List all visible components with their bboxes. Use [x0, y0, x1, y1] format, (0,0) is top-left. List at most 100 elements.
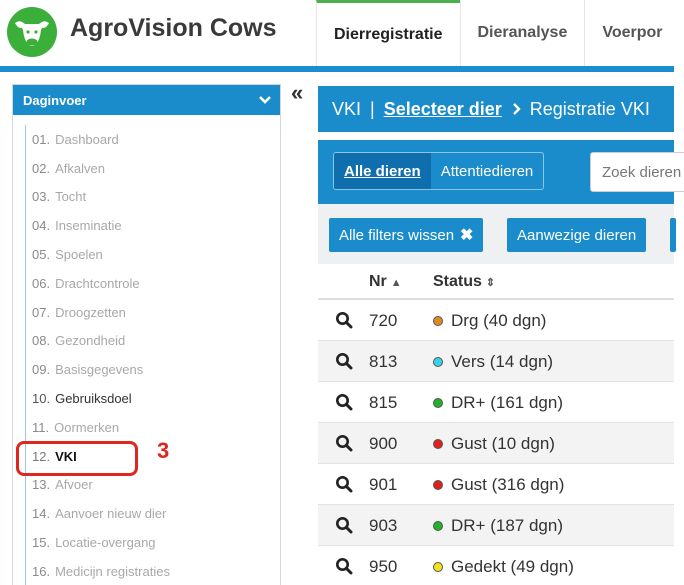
sort-both-icon: ⇕	[485, 277, 496, 289]
search-icon[interactable]	[335, 311, 353, 329]
app-title: AgroVision Cows	[70, 14, 277, 42]
search-animals-input[interactable]	[590, 152, 684, 192]
sidebar-item-number: 16.	[32, 563, 51, 579]
column-header-nr-label: Nr	[369, 273, 387, 290]
breadcrumb-current: Registratie VKI	[529, 98, 650, 119]
annotation-highlight-box	[16, 441, 138, 476]
sidebar-item-tocht[interactable]: 03. Tocht	[26, 183, 280, 212]
status-dot-icon	[433, 357, 443, 367]
sidebar-item-label: Inseminatie	[55, 218, 122, 234]
search-icon[interactable]	[335, 516, 353, 534]
animal-number: 815	[369, 393, 398, 412]
tab-voerportaal[interactable]: Voerpor	[584, 0, 679, 66]
table-row[interactable]: 813 Vers (14 dgn)	[318, 341, 674, 382]
table-row[interactable]: 903 DR+ (187 dgn)	[318, 505, 674, 546]
search-icon[interactable]	[335, 475, 353, 493]
animal-number: 903	[369, 516, 398, 535]
table-row[interactable]: 815 DR+ (161 dgn)	[318, 382, 674, 423]
sidebar-item-aanvoer-nieuw-dier[interactable]: 14. Aanvoer nieuw dier	[26, 499, 280, 528]
table-row[interactable]: 900 Gust (10 dgn)	[318, 423, 674, 464]
clear-filters-label: Alle filters wissen	[339, 226, 455, 244]
sidebar-item-number: 06.	[32, 275, 51, 291]
breadcrumb: VKI | Selecteer dier Registratie VKI	[318, 86, 674, 132]
column-header-status[interactable]: Status ⇕	[433, 273, 495, 291]
animal-status: Drg (40 dgn)	[451, 311, 547, 330]
sidebar-item-locatie-overgang[interactable]: 15. Locatie-overgang	[26, 528, 280, 557]
animal-number: 720	[369, 311, 398, 330]
sidebar-item-number: 15.	[32, 535, 51, 551]
chevron-down-icon	[259, 96, 271, 104]
animal-number: 813	[369, 352, 398, 371]
sidebar-item-number: 08.	[32, 333, 51, 349]
search-icon[interactable]	[335, 352, 353, 370]
sidebar-item-number: 05.	[32, 247, 51, 263]
filter-chip-overflow[interactable]	[670, 218, 676, 252]
sidebar-item-number: 04.	[32, 218, 51, 234]
sidebar-item-number: 02.	[32, 160, 51, 176]
chevron-right-icon	[512, 103, 521, 115]
annotation-step-number: 3	[157, 438, 170, 463]
tab-dierregistratie[interactable]: Dierregistratie	[316, 0, 460, 66]
all-animals-button[interactable]: Alle dieren	[334, 153, 431, 189]
search-icon[interactable]	[335, 393, 353, 411]
search-icon[interactable]	[335, 557, 353, 575]
tab-dieranalyse[interactable]: Dieranalyse	[459, 0, 585, 66]
table-body: 720 Drg (40 dgn) 813 Vers (14 dgn) 815 DR+ (1…	[318, 300, 674, 585]
attention-animals-button[interactable]: Attentiedieren	[431, 153, 544, 189]
top-tabs: Dierregistratie Dieranalyse Voerpor	[316, 0, 680, 66]
sidebar-item-label: Gezondheid	[55, 333, 126, 349]
sidebar-item-label: Basisgegevens	[55, 362, 144, 378]
close-icon: ✖	[460, 227, 474, 244]
animal-scope-toggle: Alle dieren Attentiedieren	[333, 152, 545, 190]
sidebar-item-label: Afvoer	[55, 477, 93, 493]
breadcrumb-separator: |	[370, 98, 375, 119]
table-row[interactable]: 720 Drg (40 dgn)	[318, 300, 674, 341]
sidebar-item-oormerken[interactable]: 11. Oormerken	[26, 413, 280, 442]
clear-filters-button[interactable]: Alle filters wissen ✖	[329, 218, 484, 252]
sidebar-item-gezondheid[interactable]: 08. Gezondheid	[26, 327, 280, 356]
table-header: Nr ▲ Status ⇕	[318, 264, 674, 300]
column-header-nr[interactable]: Nr ▲	[369, 273, 402, 291]
sidebar-title: Daginvoer	[23, 92, 87, 108]
animals-table: Nr ▲ Status ⇕ 720 Drg (40 dgn) 813 Vers (14 d…	[318, 264, 674, 585]
sidebar-item-label: Afkalven	[55, 160, 105, 176]
sidebar-item-number: 10.	[32, 391, 51, 407]
sidebar-item-label: Aanvoer nieuw dier	[55, 506, 167, 522]
status-dot-icon	[433, 398, 443, 408]
sidebar-item-number: 07.	[32, 304, 51, 320]
sidebar-item-medicijn-registraties[interactable]: 16. Medicijn registraties	[26, 557, 280, 585]
present-animals-filter-button[interactable]: Aanwezige dieren	[507, 218, 647, 252]
sidebar-item-label: Drachtcontrole	[55, 275, 140, 291]
animal-status: DR+ (187 dgn)	[451, 516, 563, 535]
table-row[interactable]: 901 Gust (316 dgn)	[318, 464, 674, 505]
animal-status: Gust (10 dgn)	[451, 434, 555, 453]
sidebar-item-droogzetten[interactable]: 07. Droogzetten	[26, 298, 280, 327]
sidebar-item-number: 03.	[32, 189, 51, 205]
app-header: AgroVision Cows Dierregistratie Dieranal…	[0, 0, 684, 66]
sidebar-item-dashboard[interactable]: 01. Dashboard	[26, 125, 280, 154]
status-dot-icon	[433, 480, 443, 490]
sidebar-item-number: 13.	[32, 477, 51, 493]
sidebar-item-label: Oormerken	[54, 419, 120, 435]
sidebar-item-label: Spoelen	[55, 247, 103, 263]
column-header-status-label: Status	[433, 273, 482, 290]
table-row[interactable]: 950 Gedekt (49 dgn)	[318, 546, 674, 585]
sidebar-item-afkalven[interactable]: 02. Afkalven	[26, 154, 280, 183]
sidebar-dropdown-daginvoer[interactable]: Daginvoer	[13, 85, 280, 115]
present-animals-label: Aanwezige dieren	[517, 226, 637, 244]
sidebar-item-basisgegevens[interactable]: 09. Basisgegevens	[26, 355, 280, 384]
collapse-sidebar-icon[interactable]: «	[291, 82, 303, 104]
animal-status: Gedekt (49 dgn)	[451, 557, 574, 576]
sidebar-item-spoelen[interactable]: 05. Spoelen	[26, 240, 280, 269]
breadcrumb-link-selecteer-dier[interactable]: Selecteer dier	[384, 99, 502, 120]
search-icon[interactable]	[335, 434, 353, 452]
breadcrumb-section: VKI	[332, 98, 362, 119]
sidebar-item-number: 01.	[32, 131, 51, 147]
sidebar-item-inseminatie[interactable]: 04. Inseminatie	[26, 211, 280, 240]
animal-status: Gust (316 dgn)	[451, 475, 565, 494]
sidebar-item-gebruiksdoel[interactable]: 10. Gebruiksdoel	[26, 384, 280, 413]
sidebar-menu: 01. Dashboard 02. Afkalven 03. Tocht 04. Ins…	[25, 125, 280, 585]
sidebar-item-drachtcontrole[interactable]: 06. Drachtcontrole	[26, 269, 280, 298]
sidebar: Daginvoer 01. Dashboard 02. Afkalven 03. To…	[12, 84, 281, 585]
animal-number: 900	[369, 434, 398, 453]
